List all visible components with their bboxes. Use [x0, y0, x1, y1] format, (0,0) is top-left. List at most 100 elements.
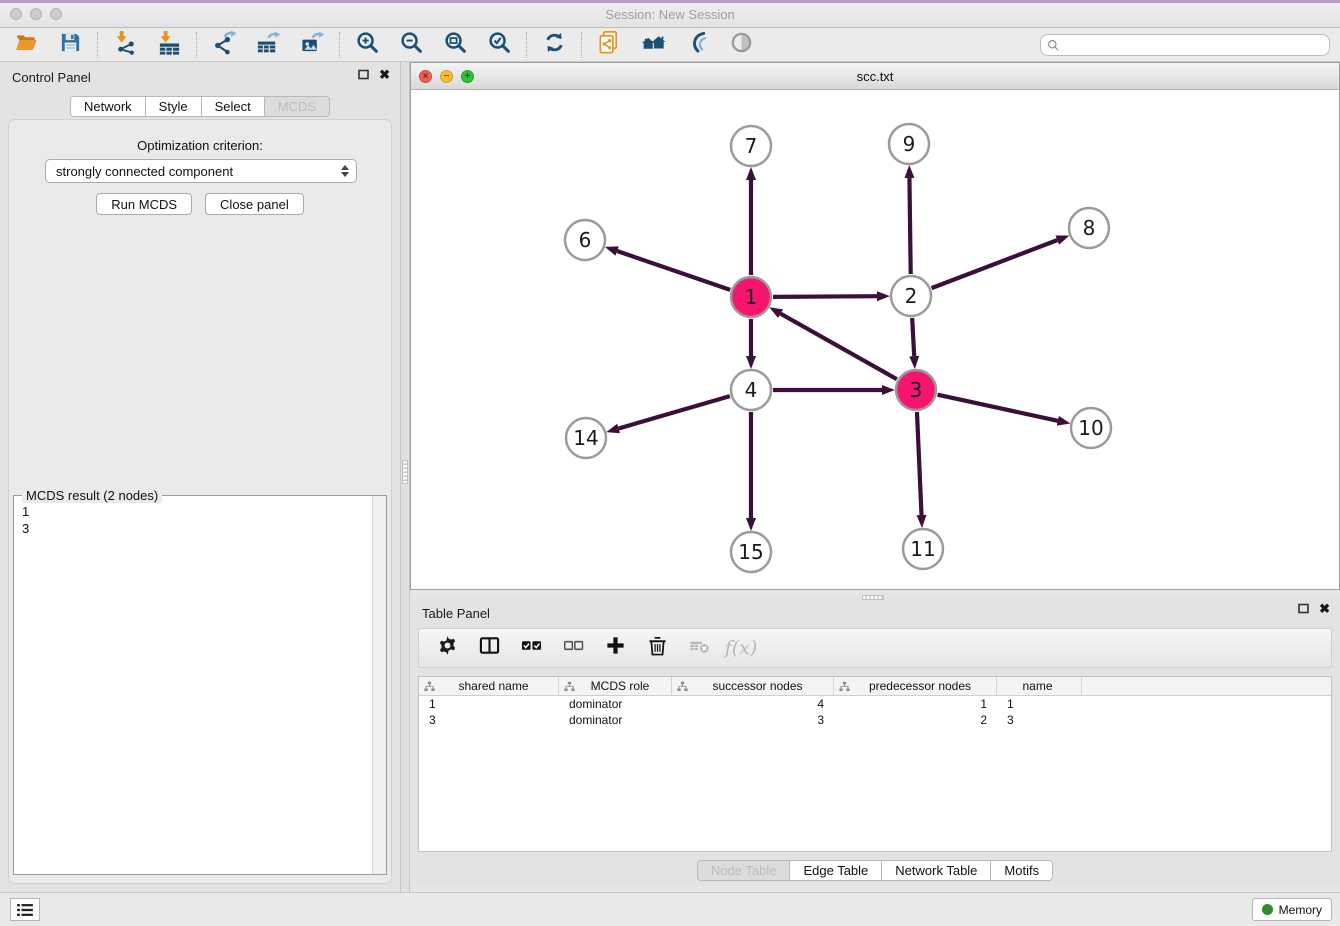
- node-10[interactable]: 10: [1071, 408, 1111, 448]
- cell-shared-name[interactable]: 3: [419, 712, 559, 728]
- save-session-button[interactable]: [52, 30, 88, 60]
- open-file-button[interactable]: [8, 30, 44, 60]
- node-11[interactable]: 11: [903, 529, 943, 569]
- memory-button[interactable]: Memory: [1252, 898, 1332, 921]
- optimization-select[interactable]: strongly connected component: [45, 159, 357, 183]
- column-hierarchy-icon: [839, 681, 850, 692]
- deselect-all-checks-button[interactable]: [559, 634, 587, 662]
- node-15[interactable]: 15: [731, 532, 771, 572]
- toolbar-separator: [196, 32, 197, 58]
- node-7[interactable]: 7: [731, 126, 771, 166]
- tab-mcds[interactable]: MCDS: [264, 96, 330, 117]
- node-14[interactable]: 14: [566, 418, 606, 458]
- tab-edge-table[interactable]: Edge Table: [789, 860, 882, 881]
- select-all-checks-button[interactable]: [517, 634, 545, 662]
- task-history-button[interactable]: [10, 898, 40, 921]
- column-header-name[interactable]: name: [997, 677, 1082, 695]
- add-column-button[interactable]: [601, 634, 629, 662]
- node-6[interactable]: 6: [565, 220, 605, 260]
- zoom-fit-button[interactable]: [437, 30, 473, 60]
- delete-column-button[interactable]: [643, 634, 671, 662]
- network-from-file-button[interactable]: [591, 30, 627, 60]
- tab-style[interactable]: Style: [145, 96, 202, 117]
- toolbar-separator: [339, 32, 340, 58]
- import-table-button[interactable]: [151, 30, 187, 60]
- edge-1-2[interactable]: [773, 296, 877, 297]
- refresh-button[interactable]: [536, 30, 572, 60]
- node-4[interactable]: 4: [731, 370, 771, 410]
- cell-predecessor-nodes[interactable]: 1: [834, 696, 997, 712]
- node-8[interactable]: 8: [1069, 208, 1109, 248]
- export-image-button[interactable]: [294, 30, 330, 60]
- search-input[interactable]: [1064, 38, 1323, 52]
- tab-network-table[interactable]: Network Table: [881, 860, 991, 881]
- mcds-result-list: 1 3: [22, 503, 29, 537]
- column-header-successor-nodes[interactable]: successor nodes: [672, 677, 834, 695]
- float-panel-icon[interactable]: [358, 69, 369, 80]
- cell-successor-nodes[interactable]: 4: [672, 696, 834, 712]
- close-panel-icon[interactable]: ✖: [379, 69, 390, 80]
- zoom-selected-button[interactable]: [481, 30, 517, 60]
- cell-shared-name[interactable]: 1: [419, 696, 559, 712]
- close-table-panel-icon[interactable]: ✖: [1319, 603, 1330, 614]
- birds-eye-button[interactable]: [723, 30, 759, 60]
- cell-MCDS-role[interactable]: dominator: [559, 712, 672, 728]
- column-display-button[interactable]: [475, 634, 503, 662]
- mcds-result-scrollbar[interactable]: [372, 496, 386, 874]
- tab-node-table[interactable]: Node Table: [697, 860, 791, 881]
- export-table-button[interactable]: [250, 30, 286, 60]
- edge-2-9[interactable]: [909, 178, 910, 274]
- zoom-in-button[interactable]: [349, 30, 385, 60]
- cell-MCDS-role[interactable]: dominator: [559, 696, 672, 712]
- column-header-shared-name[interactable]: shared name: [419, 677, 559, 695]
- export-network-button[interactable]: [206, 30, 242, 60]
- edge-2-3[interactable]: [912, 318, 914, 356]
- edge-3-10[interactable]: [937, 395, 1057, 421]
- node-label-9: 9: [903, 132, 916, 156]
- close-panel-button[interactable]: Close panel: [205, 193, 304, 215]
- search-field[interactable]: [1040, 34, 1330, 56]
- table-row[interactable]: 1dominator411: [419, 696, 1331, 712]
- cell-name[interactable]: 1: [997, 696, 1082, 712]
- open-file-icon: [14, 30, 39, 60]
- vertical-splitter-grip[interactable]: [402, 460, 408, 484]
- column-header-predecessor-nodes[interactable]: predecessor nodes: [834, 677, 997, 695]
- column-header-MCDS-role[interactable]: MCDS role: [559, 677, 672, 695]
- home-button[interactable]: [635, 30, 671, 60]
- function-builder-button[interactable]: f(x): [727, 634, 755, 662]
- node-9[interactable]: 9: [889, 124, 929, 164]
- add-column-icon: [605, 635, 626, 661]
- node-3[interactable]: 3: [896, 370, 936, 410]
- table-row[interactable]: 3dominator323: [419, 712, 1331, 728]
- import-network-button[interactable]: [107, 30, 143, 60]
- table-options-button[interactable]: [433, 634, 461, 662]
- table-options-icon: [437, 635, 458, 661]
- hide-details-button[interactable]: [679, 30, 715, 60]
- delete-table-button[interactable]: [685, 634, 713, 662]
- zoom-out-button[interactable]: [393, 30, 429, 60]
- tab-select[interactable]: Select: [201, 96, 265, 117]
- edge-1-6[interactable]: [617, 251, 730, 290]
- edge-3-11[interactable]: [917, 412, 922, 515]
- node-2[interactable]: 2: [891, 276, 931, 316]
- cell-predecessor-nodes[interactable]: 2: [834, 712, 997, 728]
- cell-successor-nodes[interactable]: 3: [672, 712, 834, 728]
- tab-motifs[interactable]: Motifs: [990, 860, 1053, 881]
- node-table: shared nameMCDS rolesuccessor nodesprede…: [418, 676, 1332, 852]
- node-1[interactable]: 1: [731, 277, 771, 317]
- toolbar-separator: [526, 32, 527, 58]
- run-mcds-button[interactable]: Run MCDS: [96, 193, 192, 215]
- edge-3-1[interactable]: [781, 314, 897, 380]
- column-label: name: [1002, 679, 1081, 693]
- table-panel-title: Table Panel: [422, 606, 490, 621]
- network-canvas[interactable]: 7 9 6 8 1 2 4 3 14 10 15 11: [411, 90, 1339, 589]
- tab-network[interactable]: Network: [70, 96, 146, 117]
- vertical-splitter[interactable]: [400, 62, 410, 892]
- cell-name[interactable]: 3: [997, 712, 1082, 728]
- table-body: 1dominator4113dominator323: [419, 696, 1331, 728]
- float-table-panel-icon[interactable]: [1298, 603, 1309, 614]
- titlebar: Session: New Session: [0, 0, 1340, 28]
- import-network-icon: [113, 30, 138, 60]
- edge-2-8[interactable]: [932, 240, 1058, 288]
- edge-4-14[interactable]: [619, 396, 730, 428]
